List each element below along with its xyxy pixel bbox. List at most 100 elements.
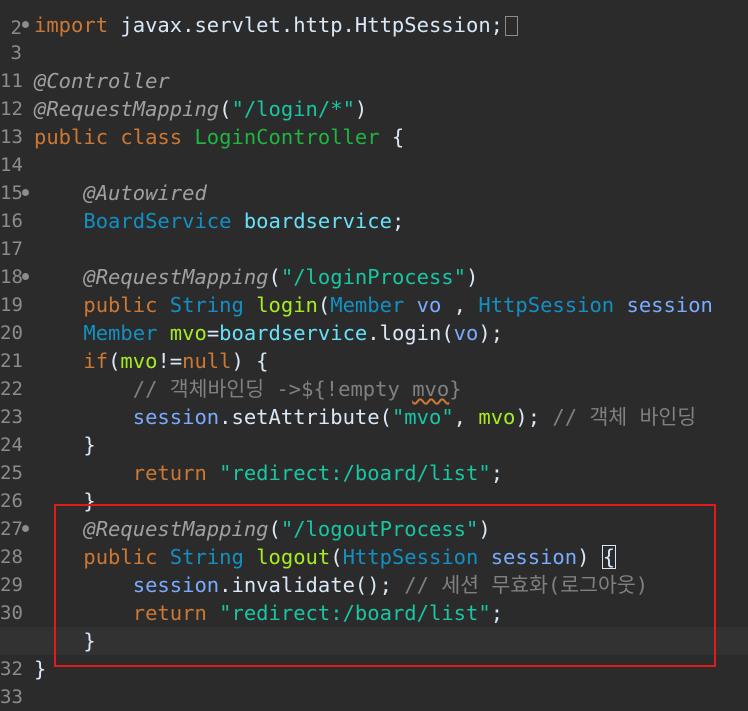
current-line: 32 } bbox=[0, 627, 748, 680]
code-text: ); bbox=[515, 405, 541, 429]
code-line: 27 } bbox=[0, 487, 748, 540]
code-line: 29 public String logout(HttpSession sess… bbox=[0, 543, 748, 596]
string-literal: "mvo" bbox=[391, 405, 454, 429]
type-name: Member bbox=[83, 321, 158, 345]
type-name: BoardService bbox=[83, 209, 232, 233]
code-line: 23 // 객체바인딩 ->${!empty mvo} bbox=[0, 375, 748, 428]
string-literal: "redirect:/board/list" bbox=[219, 601, 491, 625]
class-name: LoginController bbox=[194, 125, 380, 149]
fold-toggle-icon[interactable] bbox=[22, 21, 29, 28]
method-call: setAttribute bbox=[231, 405, 380, 429]
code-text: . bbox=[367, 321, 380, 345]
fold-toggle-icon[interactable] bbox=[22, 525, 29, 532]
code-text: . bbox=[219, 573, 232, 597]
annotation: @RequestMapping bbox=[34, 97, 220, 121]
local-variable: mvo bbox=[478, 405, 516, 429]
annotation: @RequestMapping bbox=[83, 265, 269, 289]
code-text: ; bbox=[391, 209, 405, 233]
parameter: session bbox=[132, 405, 220, 429]
code-text: (); bbox=[354, 573, 392, 597]
type-name: HttpSession bbox=[478, 293, 615, 317]
keyword: public bbox=[83, 545, 158, 569]
fold-toggle-icon[interactable] bbox=[22, 273, 29, 280]
method-name: logout bbox=[256, 545, 331, 569]
parameter: vo bbox=[453, 321, 479, 345]
code-text: ( bbox=[330, 545, 343, 569]
code-line: 17 BoardService boardservice; bbox=[0, 207, 748, 260]
keyword: if bbox=[83, 349, 109, 373]
code-line: 20 public String login(Member vo , HttpS… bbox=[0, 291, 748, 344]
collapsed-imports-icon[interactable] bbox=[505, 16, 519, 36]
code-text: javax.servlet.http.HttpSession; bbox=[108, 13, 504, 37]
code-line: 14 public class LoginController { bbox=[0, 123, 748, 176]
comment-misspelled: mvo bbox=[412, 377, 450, 401]
code-line: 18 bbox=[0, 235, 748, 288]
parameter: session bbox=[626, 293, 713, 317]
local-variable: mvo bbox=[120, 349, 158, 373]
code-line: 26 return "redirect:/board/list"; bbox=[0, 459, 748, 512]
code-line: 28 @RequestMapping("/logoutProcess") bbox=[0, 515, 748, 568]
field-name: boardservice bbox=[219, 321, 368, 345]
code-text: ; bbox=[490, 601, 504, 625]
keyword: null bbox=[182, 349, 232, 373]
annotation: @Autowired bbox=[83, 181, 207, 205]
type-name: String bbox=[169, 293, 244, 317]
code-text: . bbox=[219, 405, 232, 429]
code-text: ); bbox=[478, 321, 504, 345]
type-name: String bbox=[169, 545, 244, 569]
parameter: session bbox=[490, 545, 578, 569]
code-line: 12 @Controller bbox=[0, 67, 748, 120]
code-line: 31 return "redirect:/board/list"; bbox=[0, 599, 748, 652]
code-text: } bbox=[83, 629, 96, 653]
code-text: } bbox=[83, 489, 96, 513]
code-text: , bbox=[441, 293, 479, 317]
method-name: login bbox=[256, 293, 318, 317]
code-line: 34 bbox=[0, 683, 748, 711]
code-editor[interactable]: 2 3 import javax.servlet.http.HttpSessio… bbox=[0, 0, 748, 711]
code-line: 30 session.invalidate(); // 세션 무효화(로그아웃) bbox=[0, 571, 748, 624]
code-line: 33 } bbox=[0, 655, 748, 708]
code-text: } bbox=[34, 657, 47, 681]
code-text: = bbox=[206, 321, 220, 345]
annotation: @Controller bbox=[34, 69, 170, 93]
parameter: vo bbox=[416, 293, 442, 317]
keyword: return bbox=[132, 461, 207, 485]
comment: // 객체바인딩 ->${!empty bbox=[132, 377, 413, 401]
code-line: 22 if(mvo!=null) { bbox=[0, 347, 748, 400]
fold-toggle-icon[interactable] bbox=[22, 189, 29, 196]
method-call: login bbox=[379, 321, 442, 345]
code-text: ( bbox=[219, 97, 232, 121]
comment: } bbox=[449, 377, 462, 401]
type-name: HttpSession bbox=[342, 545, 479, 569]
code-line: 19 @RequestMapping("/loginProcess") bbox=[0, 263, 748, 316]
code-text: ) bbox=[478, 517, 491, 541]
comment: // 객체 바인딩 bbox=[552, 405, 697, 429]
code-line: 21 Member mvo=boardservice.login(vo); bbox=[0, 319, 748, 372]
code-text: ( bbox=[268, 265, 281, 289]
keyword: import bbox=[34, 13, 109, 37]
annotation: @RequestMapping bbox=[83, 517, 269, 541]
code-text: ) { bbox=[231, 349, 269, 373]
code-line: 25 } bbox=[0, 431, 748, 484]
string-literal: "/login/*" bbox=[231, 97, 355, 121]
code-text: ( bbox=[268, 517, 281, 541]
code-text: , bbox=[453, 405, 479, 429]
field-name: boardservice bbox=[243, 209, 392, 233]
code-line: 3 import javax.servlet.http.HttpSession; bbox=[0, 11, 748, 64]
string-literal: "/loginProcess" bbox=[280, 265, 466, 289]
code-text: ; bbox=[490, 461, 504, 485]
code-line: 16 @Autowired bbox=[0, 179, 748, 232]
code-line: 15 bbox=[0, 151, 748, 204]
code-text: != bbox=[157, 349, 183, 373]
method-call: invalidate bbox=[231, 573, 355, 597]
